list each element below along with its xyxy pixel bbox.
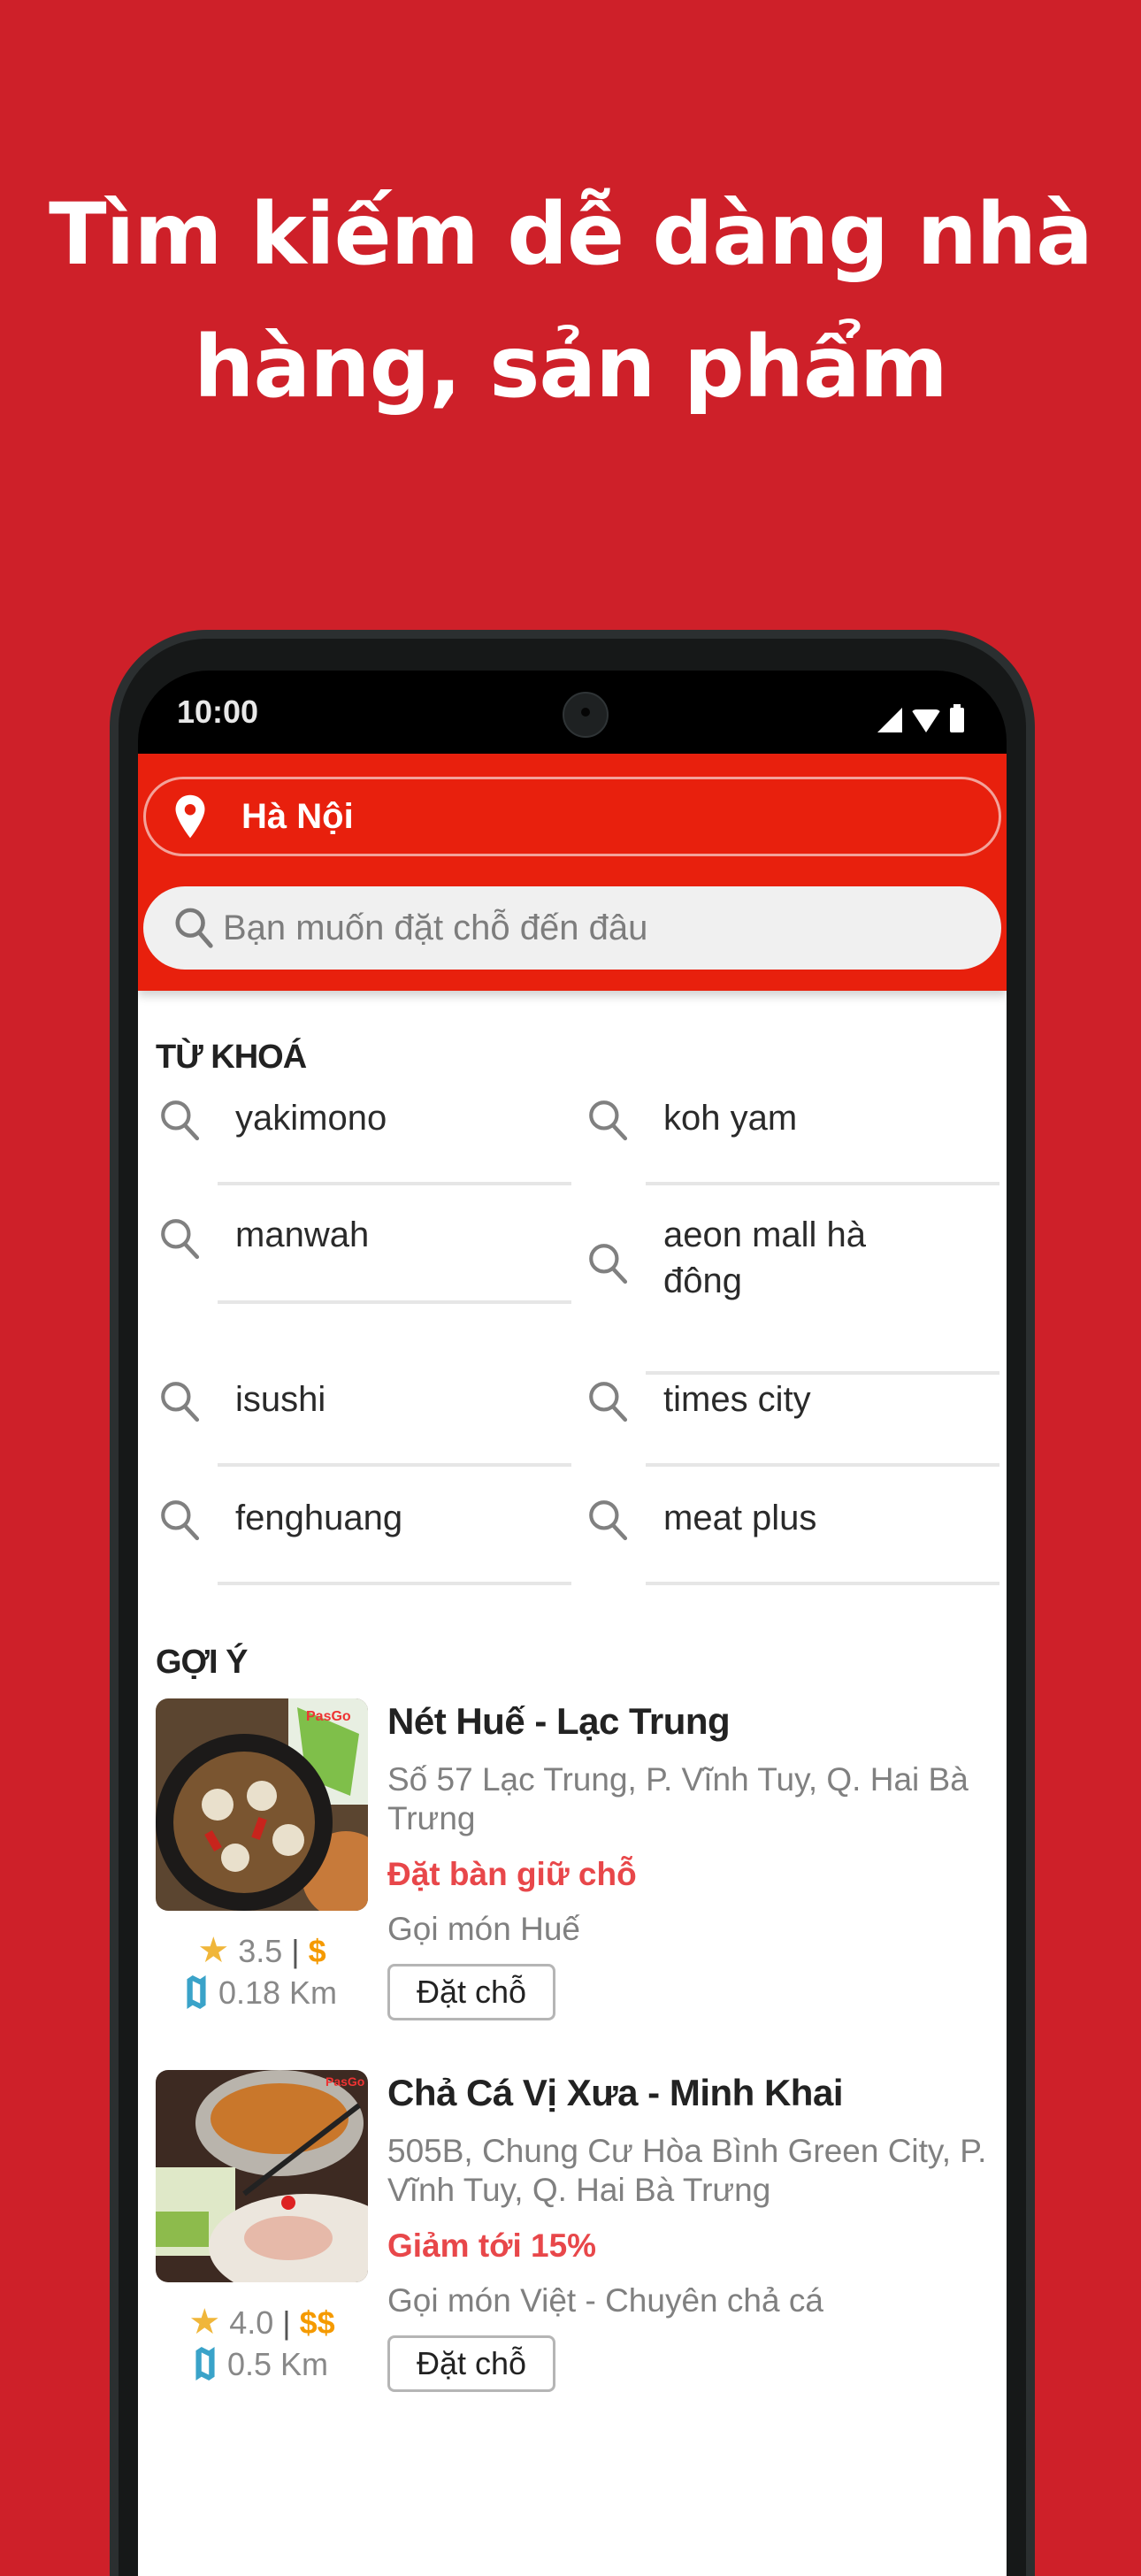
keyword-label: times city bbox=[663, 1380, 811, 1419]
restaurant-promo: Đặt bàn giữ chỗ bbox=[387, 1856, 637, 1892]
search-icon bbox=[175, 908, 213, 948]
distance-row: 0.5 Km bbox=[156, 2346, 368, 2383]
search-icon bbox=[161, 1219, 200, 1260]
battery-icon bbox=[950, 704, 964, 732]
restaurant-category: Gọi món Việt - Chuyên chả cá bbox=[387, 2282, 823, 2319]
rating-separator: | bbox=[282, 2304, 291, 2341]
keyword-divider bbox=[218, 1463, 571, 1467]
map-pin-icon bbox=[175, 794, 205, 839]
search-icon bbox=[161, 1382, 200, 1422]
svg-text:PasGo: PasGo bbox=[325, 2074, 364, 2089]
status-bar: 10:00 bbox=[138, 671, 1007, 754]
keyword-divider bbox=[646, 1182, 999, 1185]
book-button[interactable]: Đặt chỗ bbox=[387, 1964, 555, 2020]
wifi-icon bbox=[911, 709, 941, 732]
keywords-title: TỪ KHOÁ bbox=[156, 1039, 307, 1076]
app-header: Hà Nội bbox=[138, 754, 1007, 991]
rating-row: ★ 4.0 | $$ bbox=[156, 2302, 368, 2342]
keyword-divider bbox=[646, 1371, 999, 1375]
search-input[interactable] bbox=[221, 907, 932, 949]
keyword-divider bbox=[218, 1300, 571, 1304]
restaurant-name[interactable]: Nét Huế - Lạc Trung bbox=[387, 1700, 731, 1743]
search-bar[interactable] bbox=[143, 886, 1001, 970]
book-button[interactable]: Đặt chỗ bbox=[387, 2335, 555, 2392]
restaurant-image[interactable]: PasGo bbox=[156, 2070, 368, 2282]
promo-headline: Tìm kiếm dễ dàng nhà hàng, sản phẩm bbox=[0, 168, 1141, 433]
star-icon: ★ bbox=[197, 1931, 230, 1970]
distance-row: 0.18 Km bbox=[156, 1974, 368, 2012]
keyword-divider bbox=[646, 1582, 999, 1585]
keyword-label: aeon mall hà đông bbox=[663, 1215, 867, 1300]
map-icon bbox=[195, 2347, 215, 2380]
signal-icon bbox=[877, 708, 902, 732]
keyword-divider bbox=[218, 1182, 571, 1185]
restaurant-address: Số 57 Lạc Trung, P. Vĩnh Tuy, Q. Hai Bà … bbox=[387, 1761, 969, 1836]
food-photo: PasGo bbox=[156, 1698, 368, 1911]
search-icon bbox=[589, 1500, 628, 1541]
rating-value: 3.5 bbox=[238, 1933, 283, 1969]
suggestions-title: GỢI Ý bbox=[156, 1644, 248, 1681]
svg-text:PasGo: PasGo bbox=[306, 1709, 351, 1724]
keyword-divider bbox=[646, 1463, 999, 1467]
map-icon bbox=[187, 1975, 206, 2009]
rating-value: 4.0 bbox=[229, 2304, 274, 2341]
keyword-divider bbox=[218, 1582, 571, 1585]
distance-value: 0.5 Km bbox=[226, 2346, 329, 2382]
star-icon: ★ bbox=[188, 2303, 221, 2342]
keyword-label: isushi bbox=[235, 1380, 326, 1419]
location-selector[interactable]: Hà Nội bbox=[143, 777, 1001, 856]
distance-value: 0.18 Km bbox=[218, 1974, 338, 2011]
phone-frame: 10:00 Hà Nội Bạn muốn đặt chỗ đến đâu TỪ… bbox=[110, 630, 1035, 2576]
keyword-label: manwah bbox=[235, 1215, 370, 1254]
promo-headline-line-2: hàng, sản phẩm bbox=[194, 318, 948, 417]
keyword-label: fenghuang bbox=[235, 1499, 403, 1537]
search-icon bbox=[589, 1100, 628, 1141]
status-icons bbox=[877, 704, 964, 732]
price-level: $$ bbox=[299, 2304, 335, 2341]
phone-bezel: 10:00 Hà Nội Bạn muốn đặt chỗ đến đâu TỪ… bbox=[119, 639, 1026, 2576]
price-level: $ bbox=[308, 1933, 326, 1969]
rating-row: ★ 3.5 | $ bbox=[156, 1930, 368, 1971]
promo-headline-line-1: Tìm kiếm dễ dàng nhà bbox=[49, 185, 1093, 284]
search-icon bbox=[161, 1100, 200, 1141]
food-photo: PasGo bbox=[156, 2070, 368, 2282]
location-label: Hà Nội bbox=[241, 796, 354, 836]
rating-separator: | bbox=[291, 1933, 300, 1969]
status-time: 10:00 bbox=[177, 694, 259, 730]
phone-screen: 10:00 Hà Nội Bạn muốn đặt chỗ đến đâu TỪ… bbox=[138, 671, 1007, 2576]
restaurant-image[interactable]: PasGo bbox=[156, 1698, 368, 1911]
restaurant-category: Gọi món Huế bbox=[387, 1911, 580, 1947]
keyword-label: koh yam bbox=[663, 1099, 798, 1138]
search-icon bbox=[161, 1500, 200, 1541]
app-content: Hà Nội TỪ KHOÁ yakimono bbox=[138, 754, 1007, 2576]
front-camera bbox=[563, 692, 609, 738]
restaurant-name[interactable]: Chả Cá Vị Xưa - Minh Khai bbox=[387, 2072, 843, 2114]
keyword-label: meat plus bbox=[663, 1499, 817, 1537]
keyword-label: yakimono bbox=[235, 1099, 387, 1138]
restaurant-promo: Giảm tới 15% bbox=[387, 2227, 597, 2264]
search-icon bbox=[589, 1382, 628, 1422]
restaurant-address: 505B, Chung Cư Hòa Bình Green City, P. V… bbox=[387, 2133, 987, 2208]
search-icon bbox=[589, 1244, 628, 1284]
